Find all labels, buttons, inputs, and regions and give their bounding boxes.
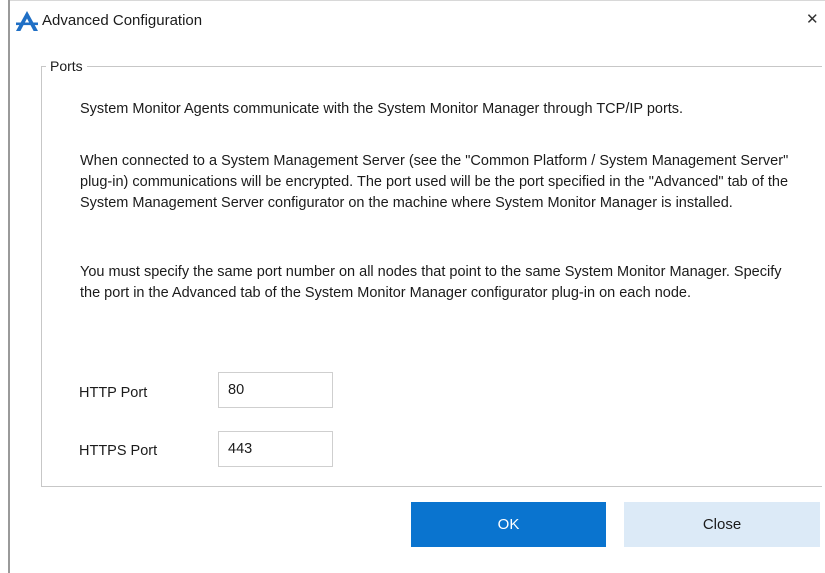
window-title: Advanced Configuration — [42, 12, 203, 29]
description-paragraph-3: You must specify the same port number on… — [80, 264, 782, 301]
https-port-input[interactable] — [218, 431, 333, 467]
description-paragraph-2: When connected to a System Management Se… — [80, 153, 789, 211]
description-paragraph-1: System Monitor Agents communicate with t… — [80, 101, 684, 117]
close-button[interactable]: Close — [624, 502, 820, 547]
http-port-label: HTTP Port — [79, 385, 148, 401]
https-port-label: HTTPS Port — [79, 443, 158, 459]
ports-group-legend: Ports — [46, 57, 87, 75]
app-logo-icon — [15, 10, 39, 32]
window-top-edge — [8, 0, 825, 1]
http-port-input[interactable] — [218, 372, 333, 408]
ok-button[interactable]: OK — [411, 502, 606, 547]
close-window-icon[interactable]: ✕ — [806, 10, 820, 30]
window-left-edge — [8, 0, 10, 573]
